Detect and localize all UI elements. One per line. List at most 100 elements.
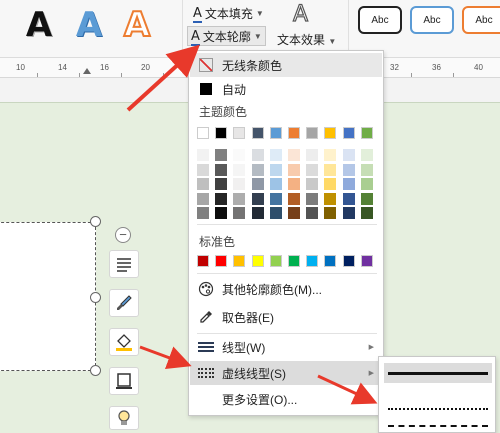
shape-style-button[interactable] <box>109 289 139 317</box>
theme-shade-swatch[interactable] <box>251 149 264 161</box>
theme-shade-swatch[interactable] <box>360 192 373 205</box>
shape-fill-button[interactable] <box>109 328 139 356</box>
theme-shade-swatch[interactable] <box>269 207 282 219</box>
theme-shade-swatch[interactable] <box>269 192 282 205</box>
standard-color-swatch[interactable] <box>342 255 355 267</box>
theme-shade-swatch[interactable] <box>306 192 319 205</box>
theme-shade-swatch[interactable] <box>288 192 300 205</box>
theme-shade-swatch[interactable] <box>342 149 355 161</box>
theme-color-swatch[interactable] <box>269 127 282 139</box>
more-settings-item[interactable]: 更多设置(O)... <box>190 387 382 411</box>
theme-shade-swatch[interactable] <box>306 163 319 176</box>
theme-shade-swatch[interactable] <box>324 178 337 190</box>
shape-outline-button[interactable] <box>109 367 139 395</box>
standard-color-swatch[interactable] <box>251 255 264 267</box>
theme-color-swatch[interactable] <box>215 127 228 139</box>
theme-shade-swatch[interactable] <box>215 163 228 176</box>
standard-color-swatch[interactable] <box>269 255 282 267</box>
dash-style-item[interactable]: 虚线线型(S) ▶ <box>190 361 382 385</box>
color-picker-item[interactable]: 取色器(E) <box>190 305 382 329</box>
theme-shade-swatch[interactable] <box>233 163 246 176</box>
theme-shade-swatch[interactable] <box>306 207 319 219</box>
selected-textbox[interactable] <box>0 222 96 371</box>
theme-shade-swatch[interactable] <box>251 207 264 219</box>
line-style-item[interactable]: 线型(W) ▶ <box>190 335 382 359</box>
indent-marker[interactable] <box>83 68 91 74</box>
resize-handle-right[interactable] <box>90 292 101 303</box>
theme-shade-swatch[interactable] <box>197 192 209 205</box>
theme-color-swatch[interactable] <box>233 127 246 139</box>
theme-shade-swatch[interactable] <box>360 149 373 161</box>
theme-color-swatch[interactable] <box>306 127 319 139</box>
text-effect-button[interactable]: A 文本效果 ▼ <box>277 0 337 52</box>
text-outline-button[interactable]: A 文本轮廓 ▼ <box>187 26 266 46</box>
theme-shade-swatch[interactable] <box>269 163 282 176</box>
theme-shade-swatch[interactable] <box>288 178 300 190</box>
collapse-icon[interactable]: − <box>115 227 131 243</box>
standard-color-swatch[interactable] <box>215 255 228 267</box>
theme-shade-swatch[interactable] <box>360 178 373 190</box>
theme-shade-swatch[interactable] <box>360 207 373 219</box>
shape-style-blue[interactable]: Abc <box>410 6 454 34</box>
standard-color-swatch[interactable] <box>324 255 337 267</box>
shape-effect-button[interactable] <box>109 406 139 430</box>
theme-shade-swatch[interactable] <box>251 178 264 190</box>
text-wrap-button[interactable] <box>109 250 139 278</box>
theme-shade-swatch[interactable] <box>288 207 300 219</box>
theme-shade-swatch[interactable] <box>324 192 337 205</box>
theme-shade-swatch[interactable] <box>342 207 355 219</box>
theme-shade-swatch[interactable] <box>197 149 209 161</box>
theme-shade-swatch[interactable] <box>215 192 228 205</box>
theme-color-swatch[interactable] <box>360 127 373 139</box>
theme-shade-swatch[interactable] <box>251 192 264 205</box>
resize-handle-top-right[interactable] <box>90 216 101 227</box>
shape-style-orange[interactable]: Abc <box>462 6 500 34</box>
theme-shade-swatch[interactable] <box>288 149 300 161</box>
standard-color-swatch[interactable] <box>197 255 209 267</box>
theme-shade-swatch[interactable] <box>233 207 246 219</box>
theme-shade-swatch[interactable] <box>215 207 228 219</box>
theme-shade-swatch[interactable] <box>233 149 246 161</box>
theme-shade-swatch[interactable] <box>197 163 209 176</box>
theme-shade-swatch[interactable] <box>360 163 373 176</box>
theme-color-swatch[interactable] <box>251 127 264 139</box>
theme-color-swatch[interactable] <box>288 127 300 139</box>
theme-shade-swatch[interactable] <box>233 178 246 190</box>
theme-color-swatch[interactable] <box>197 127 209 139</box>
auto-color-item[interactable]: 自动 <box>190 77 382 101</box>
dash-option-dotted[interactable] <box>384 399 492 419</box>
theme-color-swatch[interactable] <box>342 127 355 139</box>
text-fill-button[interactable]: A 文本填充 ▼ <box>190 3 267 23</box>
theme-shade-swatch[interactable] <box>197 207 209 219</box>
theme-shade-swatch[interactable] <box>215 149 228 161</box>
theme-shade-swatch[interactable] <box>342 192 355 205</box>
theme-shade-swatch[interactable] <box>233 192 246 205</box>
theme-shade-swatch[interactable] <box>306 178 319 190</box>
theme-shade-swatch[interactable] <box>215 178 228 190</box>
standard-color-swatch[interactable] <box>233 255 246 267</box>
theme-shade-swatch[interactable] <box>197 178 209 190</box>
resize-handle-bottom-right[interactable] <box>90 365 101 376</box>
shape-style-black[interactable]: Abc <box>358 6 402 34</box>
art-style-blue[interactable]: A <box>70 4 108 46</box>
theme-shade-swatch[interactable] <box>269 178 282 190</box>
theme-shade-swatch[interactable] <box>342 178 355 190</box>
theme-shade-swatch[interactable] <box>269 149 282 161</box>
standard-color-swatch[interactable] <box>288 255 300 267</box>
standard-color-swatch[interactable] <box>306 255 319 267</box>
theme-shade-swatch[interactable] <box>324 149 337 161</box>
dash-option-solid[interactable] <box>384 363 492 383</box>
theme-shade-swatch[interactable] <box>324 163 337 176</box>
theme-shade-swatch[interactable] <box>342 163 355 176</box>
art-style-black[interactable]: A <box>20 4 58 46</box>
dash-option-dashed[interactable] <box>384 419 492 433</box>
theme-shade-swatch[interactable] <box>324 207 337 219</box>
standard-color-swatch[interactable] <box>360 255 373 267</box>
art-style-orange[interactable]: A <box>118 4 156 46</box>
more-outline-colors-item[interactable]: 其他轮廓颜色(M)... <box>190 277 382 301</box>
theme-shade-swatch[interactable] <box>306 149 319 161</box>
theme-shade-swatch[interactable] <box>288 163 300 176</box>
theme-color-swatch[interactable] <box>324 127 337 139</box>
no-line-color-item[interactable]: 无线条颜色 <box>190 53 382 77</box>
theme-shade-swatch[interactable] <box>251 163 264 176</box>
